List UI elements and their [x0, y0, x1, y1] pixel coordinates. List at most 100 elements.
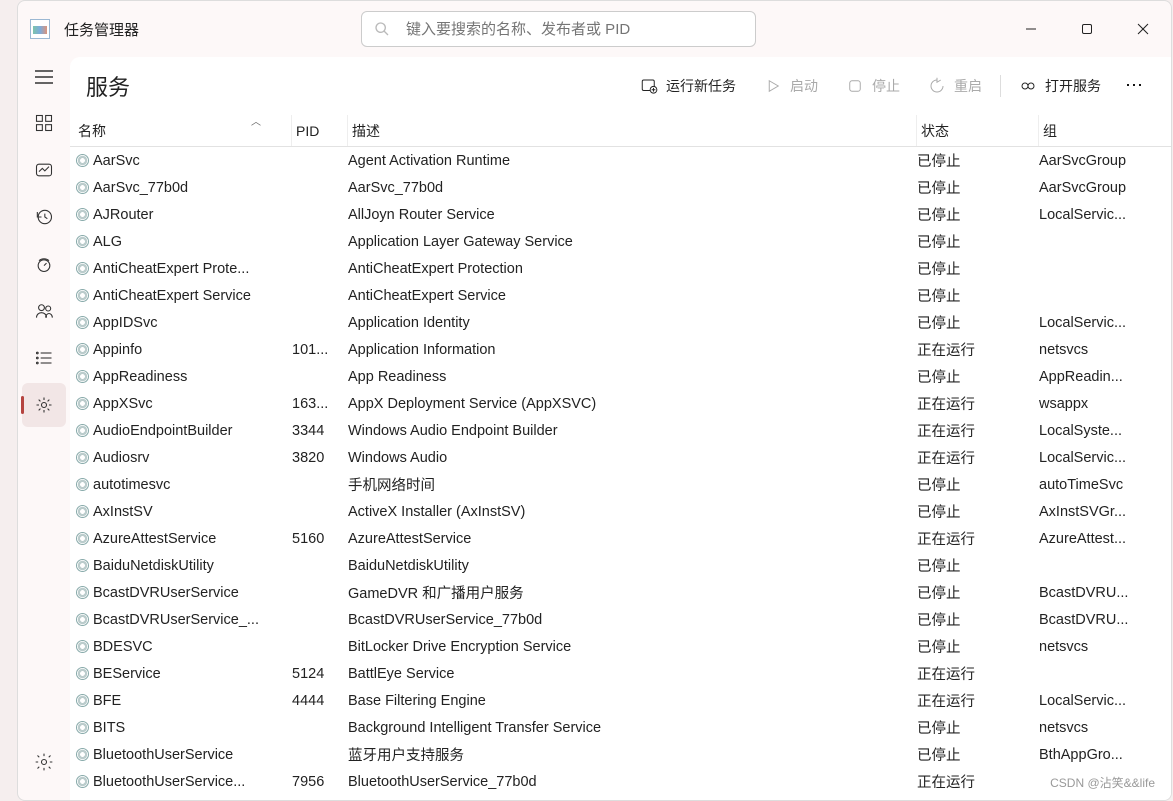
- cell-name: AJRouter: [74, 207, 292, 223]
- cell-desc: Application Layer Gateway Service: [348, 234, 917, 250]
- services-icon: [34, 395, 54, 415]
- window-controls: [1003, 7, 1171, 51]
- nav-processes[interactable]: [22, 101, 66, 145]
- startup-icon: [34, 254, 54, 274]
- table-row[interactable]: BcastDVRUserService_...BcastDVRUserServi…: [74, 606, 1171, 633]
- cell-status: 已停止: [917, 744, 1039, 765]
- cell-group: BthAppGro...: [1039, 747, 1171, 763]
- search-input[interactable]: [406, 21, 743, 38]
- cell-group: LocalServic...: [1039, 315, 1171, 331]
- cell-status: 正在运行: [917, 393, 1039, 414]
- table-row[interactable]: AntiCheatExpert ServiceAntiCheatExpert S…: [74, 282, 1171, 309]
- cell-name: AxInstSV: [74, 504, 292, 520]
- cell-desc: BitLocker Drive Encryption Service: [348, 639, 917, 655]
- cell-status: 已停止: [917, 177, 1039, 198]
- maximize-button[interactable]: [1059, 7, 1115, 51]
- cell-status: 已停止: [917, 366, 1039, 387]
- cell-status: 已停止: [917, 636, 1039, 657]
- sort-indicator: ︿: [251, 113, 261, 128]
- col-pid[interactable]: PID: [292, 115, 348, 146]
- table-row[interactable]: AudioEndpointBuilder3344Windows Audio En…: [74, 417, 1171, 444]
- cell-pid: 4444: [292, 693, 348, 709]
- nav-app-history[interactable]: [22, 195, 66, 239]
- table-row[interactable]: Audiosrv3820Windows Audio正在运行LocalServic…: [74, 444, 1171, 471]
- table-row[interactable]: BaiduNetdiskUtilityBaiduNetdiskUtility已停…: [74, 552, 1171, 579]
- close-button[interactable]: [1115, 7, 1171, 51]
- cell-name: AudioEndpointBuilder: [74, 423, 292, 439]
- service-icon: [76, 397, 89, 410]
- titlebar: 任务管理器: [18, 1, 1171, 57]
- nav-startup[interactable]: [22, 242, 66, 286]
- table-row[interactable]: AarSvcAgent Activation Runtime已停止AarSvcG…: [74, 147, 1171, 174]
- service-icon: [76, 343, 89, 356]
- table-header: 名称︿ PID 描述 状态 组: [70, 115, 1171, 147]
- table-row[interactable]: AppXSvc163...AppX Deployment Service (Ap…: [74, 390, 1171, 417]
- table-row[interactable]: BluetoothUserService蓝牙用户支持服务已停止BthAppGro…: [74, 741, 1171, 768]
- service-icon: [76, 208, 89, 221]
- nav-users[interactable]: [22, 289, 66, 333]
- nav-details[interactable]: [22, 336, 66, 380]
- cell-group: netsvcs: [1039, 639, 1171, 655]
- cell-desc: Windows Audio: [348, 450, 917, 466]
- more-button[interactable]: ⋯: [1115, 75, 1155, 96]
- minimize-button[interactable]: [1003, 7, 1059, 51]
- restart-label: 重启: [954, 76, 982, 96]
- cell-pid: 101...: [292, 342, 348, 358]
- table-row[interactable]: autotimesvc手机网络时间已停止autoTimeSvc: [74, 471, 1171, 498]
- cell-group: autoTimeSvc: [1039, 477, 1171, 493]
- cell-group: AxInstSVGr...: [1039, 504, 1171, 520]
- table-row[interactable]: AppReadinessApp Readiness已停止AppReadin...: [74, 363, 1171, 390]
- cell-name: BITS: [74, 720, 292, 736]
- table-row[interactable]: ALGApplication Layer Gateway Service已停止: [74, 228, 1171, 255]
- cell-name: AppIDSvc: [74, 315, 292, 331]
- open-services-button[interactable]: 打开服务: [1005, 68, 1115, 104]
- cell-desc: Application Identity: [348, 315, 917, 331]
- col-status[interactable]: 状态: [917, 115, 1039, 146]
- table-row[interactable]: BEService5124BattlEye Service正在运行: [74, 660, 1171, 687]
- history-icon: [34, 207, 54, 227]
- service-icon: [76, 775, 89, 788]
- cell-desc: AzureAttestService: [348, 531, 917, 547]
- stop-icon: [846, 77, 864, 95]
- table-row[interactable]: Appinfo101...Application Information正在运行…: [74, 336, 1171, 363]
- table-row[interactable]: AppIDSvcApplication Identity已停止LocalServ…: [74, 309, 1171, 336]
- table-row[interactable]: AntiCheatExpert Prote...AntiCheatExpert …: [74, 255, 1171, 282]
- run-new-task-button[interactable]: 运行新任务: [626, 68, 750, 104]
- task-manager-window: 任务管理器 服务: [17, 0, 1172, 801]
- table-row[interactable]: AzureAttestService5160AzureAttestService…: [74, 525, 1171, 552]
- nav-performance[interactable]: [22, 148, 66, 192]
- performance-icon: [34, 160, 54, 180]
- nav-settings[interactable]: [22, 740, 66, 784]
- col-group[interactable]: 组: [1039, 115, 1171, 146]
- service-icon: [76, 721, 89, 734]
- stop-label: 停止: [872, 76, 900, 96]
- background-clutter: [0, 0, 17, 801]
- cell-name: BaiduNetdiskUtility: [74, 558, 292, 574]
- table-row[interactable]: BcastDVRUserServiceGameDVR 和广播用户服务已停止Bca…: [74, 579, 1171, 606]
- restart-icon: [928, 77, 946, 95]
- table-row[interactable]: BDESVCBitLocker Drive Encryption Service…: [74, 633, 1171, 660]
- table-row[interactable]: BITSBackground Intelligent Transfer Serv…: [74, 714, 1171, 741]
- cell-group: netsvcs: [1039, 342, 1171, 358]
- table-row[interactable]: BFE4444Base Filtering Engine正在运行LocalSer…: [74, 687, 1171, 714]
- search-box[interactable]: [361, 11, 756, 47]
- cell-desc: 蓝牙用户支持服务: [348, 744, 917, 765]
- hamburger-button[interactable]: [24, 59, 64, 95]
- cell-desc: App Readiness: [348, 369, 917, 385]
- table-row[interactable]: AarSvc_77b0dAarSvc_77b0d已停止AarSvcGroup: [74, 174, 1171, 201]
- cell-desc: Windows Audio Endpoint Builder: [348, 423, 917, 439]
- hamburger-icon: [35, 70, 53, 84]
- cell-status: 已停止: [917, 582, 1039, 603]
- table-row[interactable]: AJRouterAllJoyn Router Service已停止LocalSe…: [74, 201, 1171, 228]
- service-icon: [76, 613, 89, 626]
- table-row[interactable]: BluetoothUserService...7956BluetoothUser…: [74, 768, 1171, 795]
- cell-name: AntiCheatExpert Prote...: [74, 261, 292, 277]
- col-name[interactable]: 名称︿: [74, 115, 292, 146]
- main-panel: 服务 运行新任务 启动 停止 重启: [70, 57, 1171, 800]
- col-desc[interactable]: 描述: [348, 115, 917, 146]
- service-icon: [76, 235, 89, 248]
- window-body: 服务 运行新任务 启动 停止 重启: [18, 57, 1171, 800]
- app-icon: [30, 19, 50, 39]
- table-row[interactable]: AxInstSVActiveX Installer (AxInstSV)已停止A…: [74, 498, 1171, 525]
- nav-services[interactable]: [22, 383, 66, 427]
